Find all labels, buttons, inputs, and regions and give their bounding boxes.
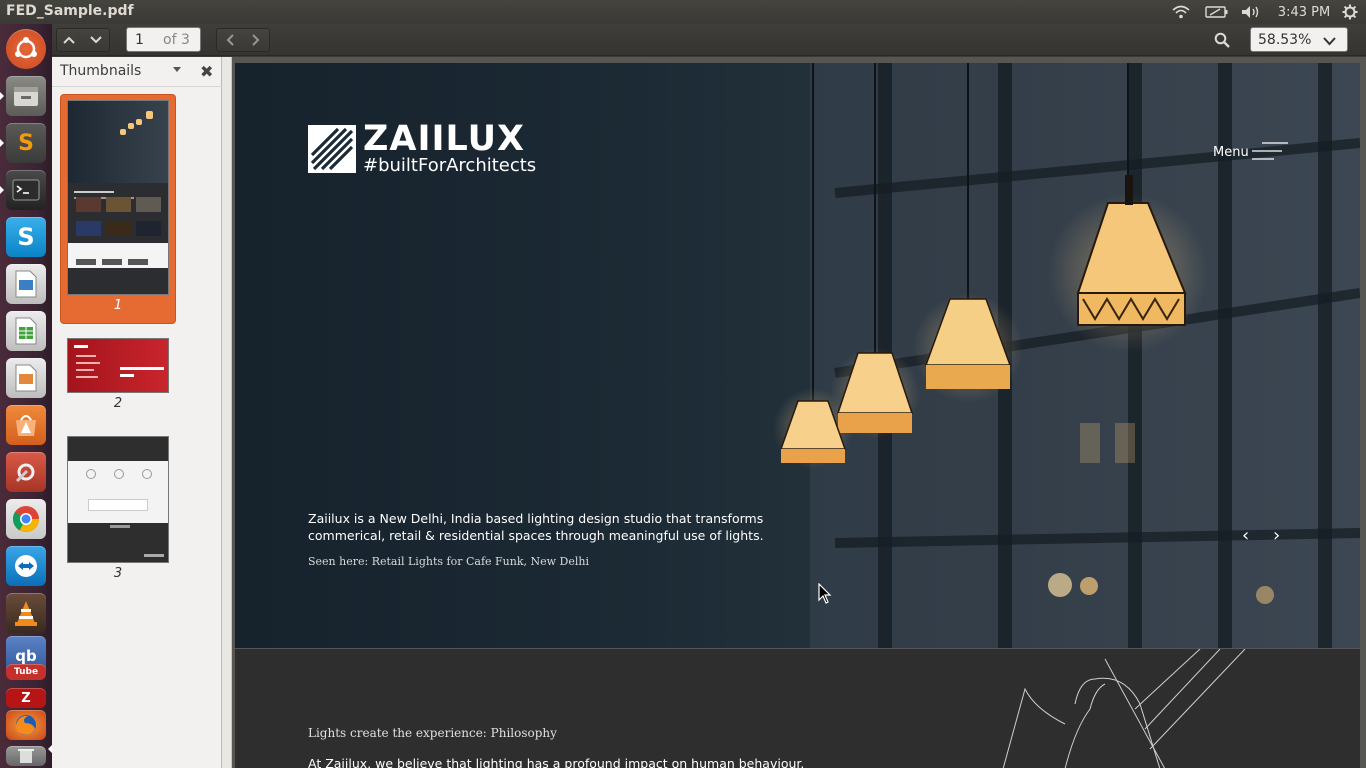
running-indicator — [0, 139, 4, 147]
zoom-select[interactable]: 58.53% — [1250, 27, 1348, 52]
thumb-icon — [142, 469, 152, 479]
vlc-icon[interactable] — [6, 593, 46, 633]
clock[interactable]: 3:43 PM — [1274, 3, 1334, 21]
running-indicator — [0, 186, 4, 194]
sidebar-header: Thumbnails ✖ — [52, 57, 222, 87]
running-indicator — [0, 92, 4, 100]
carousel-prev-icon: ‹ — [1242, 525, 1250, 546]
zoom-value: 58.53% — [1258, 32, 1312, 48]
thumb-input — [88, 499, 148, 511]
thumb-image — [136, 221, 161, 236]
volume-icon[interactable] — [1240, 3, 1262, 21]
thumb-text — [76, 355, 96, 357]
skype-icon[interactable]: S — [6, 217, 46, 257]
next-page-button[interactable] — [84, 28, 108, 52]
photo-caption: Seen here: Retail Lights for Cafe Funk, … — [308, 555, 589, 568]
sublime-text-icon[interactable]: S — [6, 123, 46, 163]
thumb-hero — [68, 101, 168, 183]
battery-icon[interactable] — [1204, 3, 1230, 21]
search-icon[interactable] — [1209, 28, 1235, 52]
chevron-down-icon — [1323, 34, 1336, 50]
back-button[interactable] — [218, 28, 242, 52]
thumb-image — [106, 221, 131, 236]
thumb-button — [128, 259, 148, 265]
lamp-mark — [128, 123, 134, 129]
software-center-icon[interactable] — [6, 405, 46, 445]
thumbnail-page-1[interactable] — [67, 100, 169, 295]
thumb-button — [102, 259, 122, 265]
terminal-icon[interactable] — [6, 170, 46, 210]
thumb-icon — [114, 469, 124, 479]
top-panel: FED_Sample.pdf 3:43 PM — [0, 0, 1366, 24]
thumb-input — [120, 367, 164, 370]
document-view[interactable]: ZAIILUX #builtForArchitects Menu Zaiilux… — [232, 57, 1366, 768]
brand-tagline: #builtForArchitects — [363, 155, 537, 176]
thumb-image — [76, 221, 101, 236]
pdf-page: ZAIILUX #builtForArchitects Menu Zaiilux… — [235, 63, 1360, 768]
hamburger-menu-icon — [1252, 142, 1288, 160]
libreoffice-impress-icon[interactable] — [6, 264, 46, 304]
trash-icon[interactable] — [6, 746, 46, 766]
thumb-image — [106, 197, 131, 212]
lamp-mark — [136, 119, 142, 125]
brand-name: ZAIILUX — [363, 119, 525, 159]
thumb-text — [74, 191, 114, 193]
thumbnail-label-2: 2 — [113, 396, 123, 411]
sidebar-resize-handle[interactable] — [222, 57, 232, 768]
teamviewer-icon[interactable] — [6, 546, 46, 586]
lamp-line-illustration — [1002, 649, 1246, 768]
carousel-next-icon: › — [1273, 525, 1281, 546]
thumb-text — [76, 376, 98, 378]
lamp-mark — [120, 129, 126, 135]
thumb-image — [76, 197, 101, 212]
page-total: of 3 — [163, 32, 190, 48]
thumbnail-page-2[interactable] — [67, 338, 169, 393]
filezilla-icon[interactable]: Z — [6, 688, 46, 708]
thumb-text — [74, 345, 88, 348]
close-sidebar-button[interactable]: ✖ — [200, 62, 213, 81]
chevron-down-icon[interactable] — [173, 67, 181, 72]
thumb-button — [120, 374, 134, 377]
current-page[interactable]: 1 — [135, 32, 144, 48]
thumb-button — [110, 525, 130, 528]
launcher: S S qb Tube Z — [0, 24, 52, 768]
gear-icon[interactable] — [1340, 3, 1360, 21]
forward-button[interactable] — [244, 28, 268, 52]
thumbnail-page-3[interactable] — [67, 436, 169, 563]
hero-section: ZAIILUX #builtForArchitects Menu Zaiilux… — [235, 63, 1360, 648]
window-title: FED_Sample.pdf — [6, 3, 134, 19]
firefox-icon[interactable] — [6, 710, 46, 740]
intro-paragraph: Zaiilux is a New Delhi, India based ligh… — [308, 511, 764, 543]
chrome-icon[interactable] — [6, 499, 46, 539]
viewer-toolbar: 1 of 3 58.53% — [52, 24, 1366, 56]
sidebar-mode-select[interactable]: Thumbnails — [60, 63, 141, 79]
menu-label: Menu — [1213, 145, 1249, 160]
thumbnail-label-3: 3 — [113, 566, 123, 581]
thumb-icon — [86, 469, 96, 479]
thumb-button — [76, 259, 96, 265]
thumbnails-sidebar: Thumbnails ✖ 1 2 3 — [52, 57, 222, 768]
libreoffice-draw-icon[interactable] — [6, 358, 46, 398]
youtube-icon[interactable]: Tube — [6, 664, 46, 680]
philosophy-section: Lights create the experience: Philosophy… — [235, 648, 1360, 768]
wifi-icon[interactable] — [1170, 3, 1192, 21]
thumb-image — [136, 197, 161, 212]
files-icon[interactable] — [6, 76, 46, 116]
system-settings-icon[interactable] — [6, 452, 46, 492]
ubuntu-dash-icon[interactable] — [6, 29, 46, 69]
thumb-social — [144, 554, 164, 557]
thumbnail-label-1: 1 — [113, 298, 123, 313]
section-paragraph: At Zaiilux, we believe that lighting has… — [308, 756, 805, 768]
previous-page-button[interactable] — [57, 28, 81, 52]
thumb-text — [76, 362, 100, 364]
page-number-field[interactable]: 1 of 3 — [126, 27, 201, 52]
thumb-text — [76, 369, 94, 371]
lamp-mark — [146, 111, 153, 119]
mouse-cursor-icon — [818, 583, 832, 604]
libreoffice-calc-icon[interactable] — [6, 311, 46, 351]
zaiilux-logo-icon — [308, 125, 356, 173]
section-title: Lights create the experience: Philosophy — [308, 726, 557, 740]
